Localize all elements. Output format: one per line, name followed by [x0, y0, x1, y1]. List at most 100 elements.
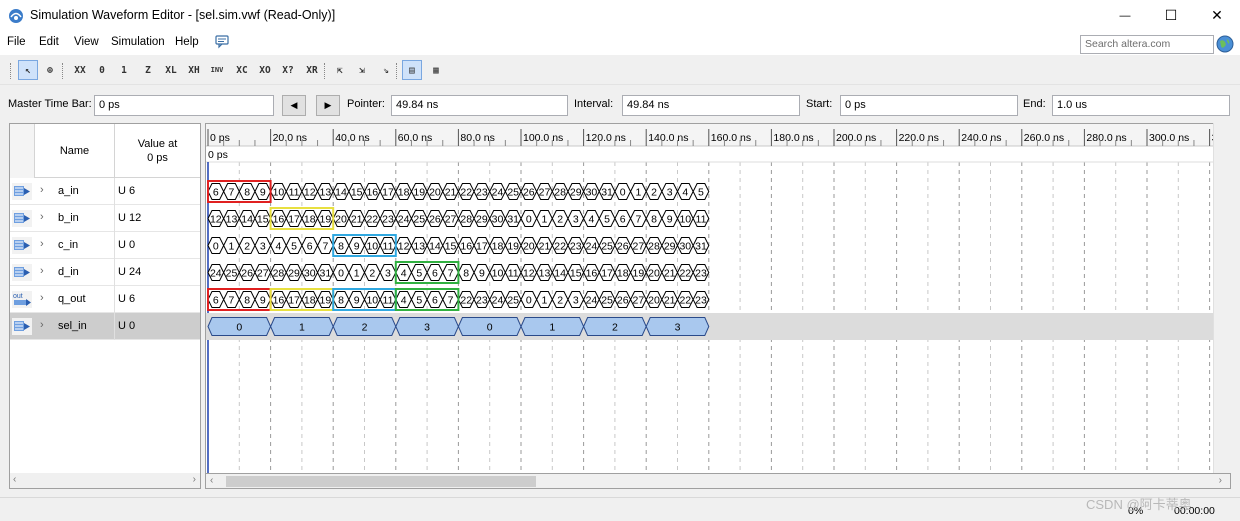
- expand-chevron-icon[interactable]: ›: [40, 292, 44, 304]
- sel-bus-value-label: 0: [236, 322, 242, 334]
- end-field[interactable]: 1.0 us: [1052, 95, 1230, 116]
- bus-value-label: 22: [679, 295, 691, 307]
- input-pin-icon: [12, 210, 32, 227]
- bus-value-label: 5: [698, 187, 704, 199]
- scroll-left-icon[interactable]: ‹: [13, 474, 16, 485]
- signal-row-a-in[interactable]: › a_in U 6: [10, 178, 200, 205]
- menu-file[interactable]: File: [7, 36, 26, 48]
- signal-list-scrollbar[interactable]: ‹ ›: [9, 473, 201, 489]
- waveform-canvas[interactable]: 0 ps 20.0 ns 40.0 ns 60.0 ns 80.0 ns 100.0 ns…: [206, 124, 1214, 474]
- waveform-vertical-scrollbar[interactable]: [1213, 123, 1231, 473]
- value-column-header[interactable]: Value at 0 ps: [115, 124, 200, 178]
- grid-view-icon[interactable]: ▦: [426, 60, 446, 80]
- globe-icon[interactable]: [1216, 35, 1234, 53]
- snap-to-grid-icon[interactable]: ⇱: [330, 60, 350, 80]
- expand-chevron-icon[interactable]: ›: [40, 319, 44, 331]
- expand-chevron-icon[interactable]: ›: [40, 211, 44, 223]
- weak-high-icon[interactable]: XH: [184, 60, 204, 80]
- bus-value-label: 13: [320, 187, 332, 199]
- bus-value-label: 12: [523, 268, 535, 280]
- pointer-tool-icon[interactable]: ↖: [18, 60, 38, 80]
- bus-value-label: 2: [557, 214, 563, 226]
- arbitrary-value-icon[interactable]: X?: [278, 60, 298, 80]
- timing-view-icon[interactable]: ▤: [402, 60, 422, 80]
- interval-label: Interval:: [574, 98, 614, 110]
- zoom-tool-icon[interactable]: ⊕: [40, 60, 60, 80]
- snap-grid-3-icon[interactable]: ⇘: [376, 60, 396, 80]
- master-time-bar-field[interactable]: 0 ps: [94, 95, 274, 116]
- bus-value-label: 22: [460, 295, 472, 307]
- next-transition-button[interactable]: ▶: [316, 95, 340, 116]
- scroll-thumb[interactable]: [226, 476, 536, 487]
- signal-row-d-in[interactable]: › d_in U 24: [10, 259, 200, 286]
- prev-transition-button[interactable]: ◀: [282, 95, 306, 116]
- prev-arrow-icon: ◀: [290, 100, 298, 110]
- bus-value-label: 7: [322, 241, 328, 253]
- clock-icon[interactable]: XO: [255, 60, 275, 80]
- bus-value-label: 13: [413, 241, 425, 253]
- name-column-header[interactable]: Name: [34, 124, 115, 178]
- bus-value-label: 14: [335, 187, 347, 199]
- signal-row-sel-in[interactable]: › sel_in U 0: [10, 313, 200, 340]
- expand-chevron-icon[interactable]: ›: [40, 184, 44, 196]
- feedback-icon[interactable]: [214, 34, 230, 50]
- output-pin-icon: out: [12, 291, 32, 308]
- pointer-field[interactable]: 49.84 ns: [391, 95, 568, 116]
- scroll-right-icon[interactable]: ›: [193, 474, 196, 485]
- force-unknown-icon[interactable]: XX: [70, 60, 90, 80]
- wave-scroll-right-icon[interactable]: ›: [1219, 475, 1222, 486]
- count-value-icon[interactable]: XC: [232, 60, 252, 80]
- force-high-icon[interactable]: 1: [114, 60, 134, 80]
- bus-value-label: 28: [460, 214, 472, 226]
- close-button[interactable]: ✕: [1194, 0, 1240, 31]
- bus-value-label: 9: [260, 187, 266, 199]
- sel-bus-value-label: 3: [424, 322, 430, 334]
- menu-help[interactable]: Help: [175, 36, 199, 48]
- bus-value-label: 27: [445, 214, 457, 226]
- signal-row-c-in[interactable]: › c_in U 0: [10, 232, 200, 259]
- bus-value-label: 16: [273, 295, 285, 307]
- bus-value-label: 23: [382, 214, 394, 226]
- bus-value-label: 17: [476, 241, 488, 253]
- bus-value-label: 22: [460, 187, 472, 199]
- bus-value-label: 6: [307, 241, 313, 253]
- signal-value: U 24: [118, 266, 142, 278]
- bus-value-label: 7: [635, 214, 641, 226]
- expand-chevron-icon[interactable]: ›: [40, 238, 44, 250]
- random-value-icon[interactable]: XR: [302, 60, 322, 80]
- bus-value-label: 4: [682, 187, 688, 199]
- bus-value-label: 10: [366, 241, 378, 253]
- signal-row-b-in[interactable]: › b_in U 12: [10, 205, 200, 232]
- expand-chevron-icon[interactable]: ›: [40, 265, 44, 277]
- maximize-button[interactable]: ☐: [1148, 0, 1194, 31]
- bus-value-label: 11: [696, 214, 707, 226]
- bus-value-label: 30: [586, 187, 598, 199]
- signal-row-q-out[interactable]: out › q_out U 6: [10, 286, 200, 313]
- bus-value-label: 0: [338, 268, 344, 280]
- waveform-horizontal-scrollbar[interactable]: ‹ ›: [205, 473, 1231, 489]
- sel-bus-value-label: 1: [549, 322, 555, 334]
- menu-view[interactable]: View: [74, 36, 99, 48]
- search-input[interactable]: Search altera.com: [1080, 35, 1214, 54]
- snap-grid-2-icon[interactable]: ⇲: [352, 60, 372, 80]
- bus-value-label: 6: [432, 295, 438, 307]
- pointer-label: Pointer:: [347, 98, 385, 110]
- bus-value-label: 11: [289, 187, 300, 199]
- minimize-button[interactable]: —: [1102, 0, 1148, 31]
- high-impedance-icon[interactable]: Z: [138, 60, 158, 80]
- weak-low-icon[interactable]: XL: [161, 60, 181, 80]
- interval-field[interactable]: 49.84 ns: [622, 95, 800, 116]
- waveform-panel[interactable]: 0 ps 20.0 ns 40.0 ns 60.0 ns 80.0 ns 100.0 ns…: [205, 123, 1231, 489]
- menu-edit[interactable]: Edit: [39, 36, 59, 48]
- invert-icon[interactable]: INV: [207, 60, 227, 80]
- next-arrow-icon: ▶: [324, 100, 332, 110]
- bus-value-label: 20: [523, 241, 535, 253]
- bus-value-label: 4: [401, 268, 407, 280]
- menu-simulation[interactable]: Simulation: [111, 36, 165, 48]
- column-divider: [114, 313, 115, 340]
- signal-list-header: Name Value at 0 ps: [10, 124, 200, 178]
- start-field[interactable]: 0 ps: [840, 95, 1018, 116]
- bus-value-label: 15: [570, 268, 582, 280]
- force-low-icon[interactable]: 0: [92, 60, 112, 80]
- wave-scroll-left-icon[interactable]: ‹: [210, 475, 213, 486]
